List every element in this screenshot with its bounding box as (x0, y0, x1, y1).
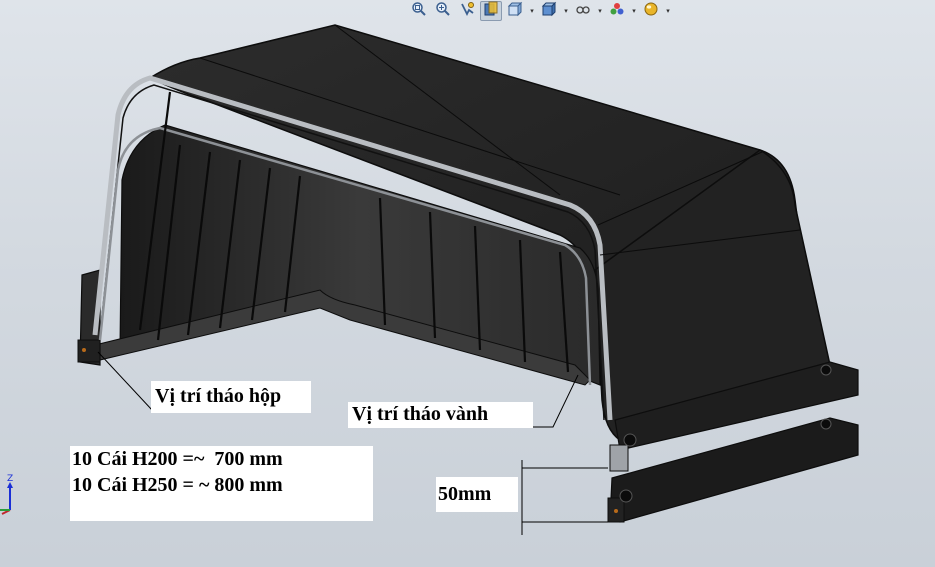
qty-line-2: 10 Cái H250 = ~ 800 mm (72, 474, 283, 496)
part-hole-3 (820, 418, 832, 430)
display-style-icon (541, 1, 557, 22)
part-hole-2 (820, 364, 832, 376)
zoom-to-area-icon (435, 1, 451, 22)
chevron-down-icon[interactable]: ▾ (664, 1, 672, 21)
edit-appearance-button[interactable] (606, 1, 628, 21)
dimension-text: 50mm (438, 483, 492, 505)
label-quantity-note: 10 Cái H200 =~ 700 mm 10 Cái H250 = ~ 80… (70, 446, 373, 521)
section-view-button[interactable] (480, 1, 502, 21)
part-right-foot-upper (609, 444, 629, 472)
part-hole-1 (623, 433, 637, 447)
previous-view-button[interactable] (456, 1, 478, 21)
foot-pin-right (614, 509, 618, 513)
previous-view-icon (459, 1, 475, 22)
part-hole-4 (619, 489, 633, 503)
foot-pin-left (82, 348, 86, 352)
view-orientation-button[interactable] (504, 1, 526, 21)
hide-show-items-button[interactable] (572, 1, 594, 21)
edit-appearance-icon (609, 1, 625, 22)
qty-line-1: 10 Cái H200 =~ 700 mm (72, 448, 283, 470)
chevron-down-icon[interactable]: ▾ (528, 1, 536, 21)
section-view-icon (483, 1, 499, 22)
apply-scene-button[interactable] (640, 1, 662, 21)
hide-show-items-icon (575, 1, 591, 22)
part-left-foot (77, 339, 101, 363)
label-box-removal-position: Vị trí tháo hộp (151, 381, 311, 413)
chevron-down-icon[interactable]: ▾ (562, 1, 570, 21)
label-dimension: 50mm (436, 477, 518, 512)
label-hop-text: Vị trí tháo hộp (155, 385, 282, 407)
view-orientation-icon (507, 1, 523, 22)
heads-up-view-toolbar: ▾ ▾ ▾ ▾ ▾ (408, 0, 672, 22)
zoom-to-fit-icon (411, 1, 427, 22)
chevron-down-icon[interactable]: ▾ (630, 1, 638, 21)
reference-triad: Z (0, 474, 13, 515)
label-vanh-text: Vị trí tháo vành (352, 403, 489, 425)
chevron-down-icon[interactable]: ▾ (596, 1, 604, 21)
label-rim-removal-position: Vị trí tháo vành (348, 402, 533, 428)
apply-scene-icon (643, 1, 659, 22)
zoom-to-fit-button[interactable] (408, 1, 430, 21)
leader-hop (97, 351, 153, 411)
zoom-to-area-button[interactable] (432, 1, 454, 21)
display-style-button[interactable] (538, 1, 560, 21)
